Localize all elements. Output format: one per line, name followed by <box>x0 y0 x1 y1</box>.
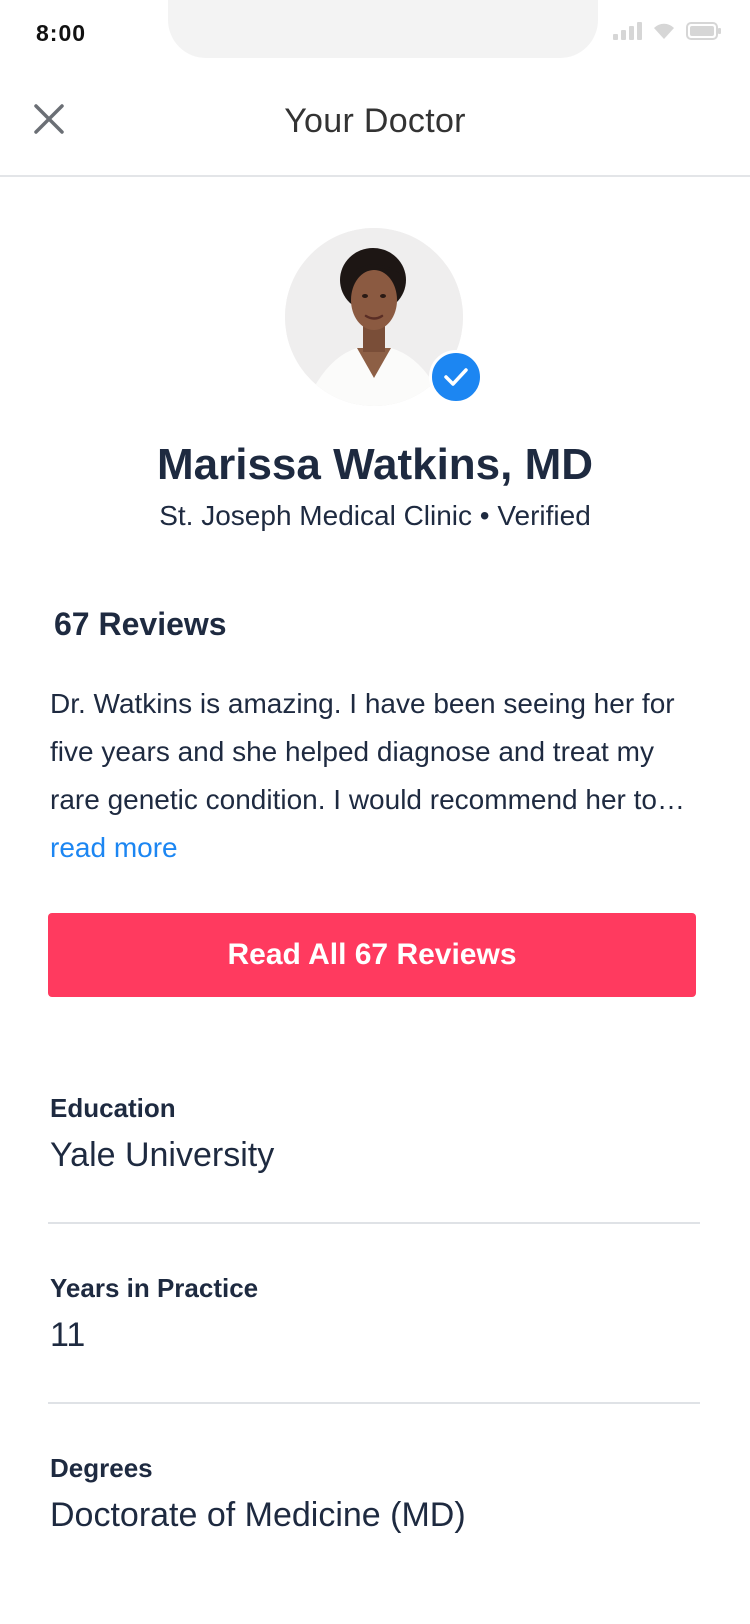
doctor-name: Marissa Watkins, MD <box>156 440 594 489</box>
years-in-practice-label: Years in Practice <box>50 1273 259 1303</box>
battery-icon <box>686 22 722 40</box>
doctor-avatar-wrap <box>285 228 485 418</box>
status-icons <box>613 20 722 42</box>
read-more-link[interactable]: read more <box>50 832 178 863</box>
page-title: Your Doctor <box>284 102 466 140</box>
education-label: Education <box>50 1093 176 1123</box>
read-all-reviews-button[interactable]: Read All 67 Reviews <box>48 913 696 997</box>
cellular-signal-icon <box>613 22 642 40</box>
nav-header: Your Doctor <box>0 60 750 177</box>
review-excerpt: Dr. Watkins is amazing. I have been seei… <box>50 680 700 872</box>
divider <box>48 1402 700 1404</box>
education-section: Education Yale University <box>50 1093 700 1175</box>
reviews-heading: 67 Reviews <box>54 606 227 642</box>
divider <box>48 1222 700 1224</box>
degrees-section: Degrees Doctorate of Medicine (MD) <box>50 1453 700 1535</box>
wifi-icon <box>652 22 676 40</box>
years-in-practice-value: 11 <box>50 1316 86 1354</box>
years-in-practice-section: Years in Practice 11 <box>50 1273 700 1355</box>
status-bar: 8:00 <box>0 0 750 60</box>
status-time: 8:00 <box>36 20 87 46</box>
verified-badge <box>429 350 483 404</box>
device-notch <box>168 0 598 58</box>
review-excerpt-text: Dr. Watkins is amazing. I have been seei… <box>50 688 685 815</box>
education-value: Yale University <box>50 1136 275 1174</box>
doctor-clinic-status: St. Joseph Medical Clinic • Verified <box>159 500 591 531</box>
degrees-label: Degrees <box>50 1453 153 1483</box>
checkmark-icon <box>444 368 468 386</box>
doctor-profile-screen: 8:00 Your Doctor Marissa Watkins, MD St.… <box>0 0 750 1624</box>
degrees-value: Doctorate of Medicine (MD) <box>50 1496 466 1534</box>
